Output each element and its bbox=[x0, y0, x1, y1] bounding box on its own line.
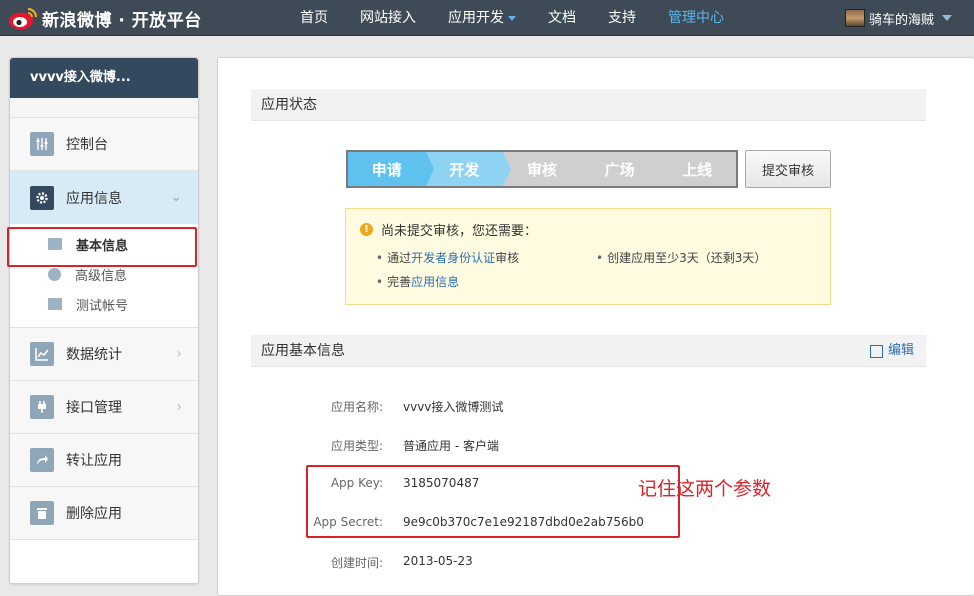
app-info-link[interactable]: 应用信息 bbox=[411, 275, 459, 289]
chevron-right-icon: › bbox=[176, 346, 182, 362]
nav-app-dev-label: 应用开发 bbox=[448, 10, 504, 26]
highlight-box-credentials bbox=[306, 465, 680, 538]
sidebar-item-label: 控制台 bbox=[66, 137, 108, 153]
status-steps: 申请 开发 审核 广场 上线 bbox=[346, 150, 738, 188]
sidebar-item-label: 应用信息 bbox=[66, 190, 122, 207]
field-label: 应用类型: bbox=[330, 439, 383, 453]
sidebar-subitem-label: 高级信息 bbox=[75, 268, 128, 284]
annotation-remember-params: 记住这两个参数 bbox=[638, 478, 772, 500]
step-develop: 开发 bbox=[425, 152, 511, 186]
section-header-app-status: 应用状态 bbox=[251, 89, 926, 121]
user-name: 骑车的海贼 bbox=[868, 12, 934, 28]
avatar bbox=[844, 9, 865, 27]
top-navbar: 新浪微博 · 开放平台 首页 网站接入 应用开发 文档 支持 管理中心 骑车的海… bbox=[0, 0, 974, 36]
caret-down-icon bbox=[942, 15, 952, 21]
sidebar-item-label: 接口管理 bbox=[66, 400, 122, 416]
notice-text: 审核 bbox=[495, 251, 520, 265]
sidebar-item-delete-app[interactable]: 删除应用 bbox=[10, 487, 198, 540]
nav-management-center[interactable]: 管理中心 bbox=[652, 0, 740, 36]
field-label: 创建时间: bbox=[330, 556, 383, 570]
sidebar-spacer bbox=[10, 98, 198, 118]
notice-text: 创建应用至少3天（还剩3天） bbox=[607, 251, 767, 265]
sidebar-item-dashboard[interactable]: 控制台 bbox=[10, 118, 198, 171]
notice-item-verify: • 通过开发者身份认证审核 bbox=[376, 251, 520, 265]
step-square: 广场 bbox=[580, 152, 666, 186]
submit-review-button[interactable]: 提交审核 bbox=[745, 150, 831, 188]
nav-website-access[interactable]: 网站接入 bbox=[344, 0, 432, 36]
step-label: 申请 bbox=[371, 160, 402, 179]
sidebar-item-transfer-app[interactable]: 转让应用 bbox=[10, 434, 198, 487]
field-value: vvvv接入微博测试 bbox=[403, 400, 504, 414]
caret-down-icon bbox=[508, 15, 516, 21]
weibo-logo-icon bbox=[9, 7, 38, 30]
field-value: 普通应用 - 客户端 bbox=[403, 439, 499, 453]
step-review: 审核 bbox=[503, 152, 589, 186]
edit-button[interactable]: 编辑 bbox=[869, 335, 914, 367]
trash-icon bbox=[30, 501, 54, 525]
sidebar-item-label: 转让应用 bbox=[66, 453, 122, 469]
notice-item-days: • 创建应用至少3天（还剩3天） bbox=[596, 251, 767, 265]
notice-text: 通过 bbox=[387, 251, 412, 265]
edit-label: 编辑 bbox=[887, 343, 914, 358]
field-value: 2013-05-23 bbox=[403, 554, 473, 568]
nav-app-dev[interactable]: 应用开发 bbox=[432, 0, 532, 36]
step-apply: 申请 bbox=[348, 152, 434, 186]
chart-icon bbox=[30, 342, 54, 366]
nav-support[interactable]: 支持 bbox=[592, 0, 652, 36]
share-icon bbox=[30, 448, 54, 472]
step-label: 审核 bbox=[526, 160, 557, 179]
notice-box: ! 尚未提交审核，您还需要： • 通过开发者身份认证审核 • 创建应用至少3天（还剩… bbox=[345, 208, 831, 305]
notice-title-text: 尚未提交审核，您还需要： bbox=[381, 224, 538, 239]
sidebar-subitem-test-account[interactable]: 测试帐号 bbox=[10, 289, 198, 319]
step-label: 开发 bbox=[449, 160, 480, 179]
edit-icon bbox=[869, 344, 883, 358]
notice-text: 完善 bbox=[387, 275, 412, 289]
alert-icon bbox=[48, 267, 61, 281]
developer-verify-link[interactable]: 开发者身份认证 bbox=[411, 251, 495, 265]
sidebar-item-api-management[interactable]: 接口管理 › bbox=[10, 381, 198, 434]
chevron-down-icon: ⌄ bbox=[170, 189, 182, 205]
sidebar-item-app-info[interactable]: 应用信息 ⌄ bbox=[10, 171, 198, 224]
highlight-box-basic-info bbox=[7, 227, 197, 267]
nav-home[interactable]: 首页 bbox=[284, 0, 344, 36]
section-title: 应用状态 bbox=[261, 97, 317, 113]
notice-title: ! 尚未提交审核，您还需要： bbox=[360, 220, 537, 239]
sidebar-item-statistics[interactable]: 数据统计 › bbox=[10, 328, 198, 381]
notice-item-complete: • 完善应用信息 bbox=[376, 275, 460, 289]
user-menu[interactable]: 骑车的海贼 bbox=[844, 0, 952, 36]
chevron-right-icon: › bbox=[176, 399, 182, 415]
gear-icon bbox=[30, 185, 54, 210]
step-label: 上线 bbox=[682, 160, 713, 179]
section-title: 应用基本信息 bbox=[261, 343, 345, 359]
plug-icon bbox=[30, 395, 54, 419]
warning-icon: ! bbox=[360, 223, 373, 236]
logo[interactable]: 新浪微博 · 开放平台 bbox=[8, 5, 202, 31]
sidebar-subitem-label: 测试帐号 bbox=[76, 298, 129, 314]
user-card-icon bbox=[48, 298, 62, 310]
section-header-basic-info: 应用基本信息 编辑 bbox=[251, 335, 926, 367]
step-label: 广场 bbox=[604, 160, 635, 179]
sidebar-item-label: 删除应用 bbox=[66, 506, 122, 522]
sidebar-app-name: vvvv接入微博... bbox=[10, 58, 198, 98]
main-nav: 首页 网站接入 应用开发 文档 支持 管理中心 bbox=[284, 0, 740, 36]
field-label: 应用名称: bbox=[330, 400, 383, 414]
logo-text: 新浪微博 · 开放平台 bbox=[42, 10, 202, 31]
nav-docs[interactable]: 文档 bbox=[532, 0, 592, 36]
step-online: 上线 bbox=[658, 152, 736, 186]
sidebar: vvvv接入微博... 控制台 应用信息 ⌄ 基本信息 高级信息 测试帐号 数据 bbox=[9, 57, 199, 584]
main-panel: 应用状态 申请 开发 审核 广场 上线 提交审核 ! 尚未提交审核，您还需要： … bbox=[217, 57, 974, 596]
dashboard-icon bbox=[30, 132, 54, 156]
sidebar-item-label: 数据统计 bbox=[66, 347, 122, 363]
